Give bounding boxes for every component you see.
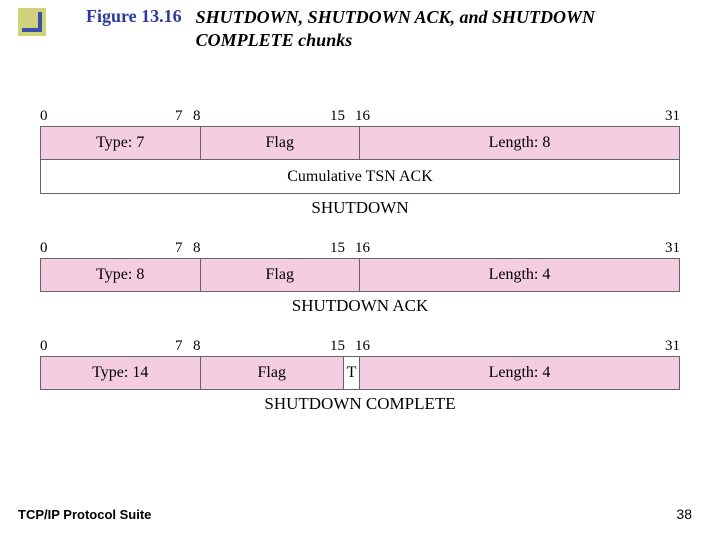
bit-0: 0 [40,240,48,257]
bit-31: 31 [665,240,680,257]
bit-0: 0 [40,108,48,125]
chunk-shutdown: 0 7 8 15 16 31 Type: 7 Flag Length: 8 Cu… [40,108,680,218]
bit-15: 15 [330,108,345,125]
bit-8: 8 [193,338,201,355]
slide-number: 38 [676,506,692,522]
slide-header: Figure 13.16 SHUTDOWN, SHUTDOWN ACK, and… [0,0,720,51]
field-length: Length: 8 [360,127,679,159]
field-type: Type: 14 [41,357,201,389]
field-t-bit: T [344,357,360,389]
field-flag: Flag [201,357,345,389]
bit-7: 7 [175,240,183,257]
field-type: Type: 7 [41,127,201,159]
bullet-icon [18,8,46,36]
bit-8: 8 [193,108,201,125]
bit-7: 7 [175,338,183,355]
bit-15: 15 [330,240,345,257]
bit-7: 7 [175,108,183,125]
bit-31: 31 [665,338,680,355]
chunk-caption: SHUTDOWN COMPLETE [40,394,680,414]
bit-16: 16 [355,108,370,125]
chunk-caption: SHUTDOWN ACK [40,296,680,316]
bit-16: 16 [355,338,370,355]
table-row: Type: 8 Flag Length: 4 [40,258,680,292]
bit-ruler: 0 7 8 15 16 31 [40,338,680,356]
chunk-shutdown-ack: 0 7 8 15 16 31 Type: 8 Flag Length: 4 SH… [40,240,680,316]
field-flag: Flag [201,259,361,291]
field-type: Type: 8 [41,259,201,291]
figure-title: SHUTDOWN, SHUTDOWN ACK, and SHUTDOWN COM… [196,6,606,51]
figure-label: Figure 13.16 [86,6,182,27]
bit-0: 0 [40,338,48,355]
bit-ruler: 0 7 8 15 16 31 [40,240,680,258]
chunk-shutdown-complete: 0 7 8 15 16 31 Type: 14 Flag T Length: 4… [40,338,680,414]
footer-text: TCP/IP Protocol Suite [18,507,151,522]
diagram-area: 0 7 8 15 16 31 Type: 7 Flag Length: 8 Cu… [40,108,680,436]
bit-15: 15 [330,338,345,355]
field-flag: Flag [201,127,361,159]
table-row: Type: 7 Flag Length: 8 [40,126,680,160]
table-row: Cumulative TSN ACK [40,160,680,194]
bit-16: 16 [355,240,370,257]
field-length: Length: 4 [360,259,679,291]
bit-31: 31 [665,108,680,125]
chunk-caption: SHUTDOWN [40,198,680,218]
table-row: Type: 14 Flag T Length: 4 [40,356,680,390]
bit-8: 8 [193,240,201,257]
field-cumulative-tsn-ack: Cumulative TSN ACK [41,160,679,193]
bit-ruler: 0 7 8 15 16 31 [40,108,680,126]
field-length: Length: 4 [360,357,679,389]
